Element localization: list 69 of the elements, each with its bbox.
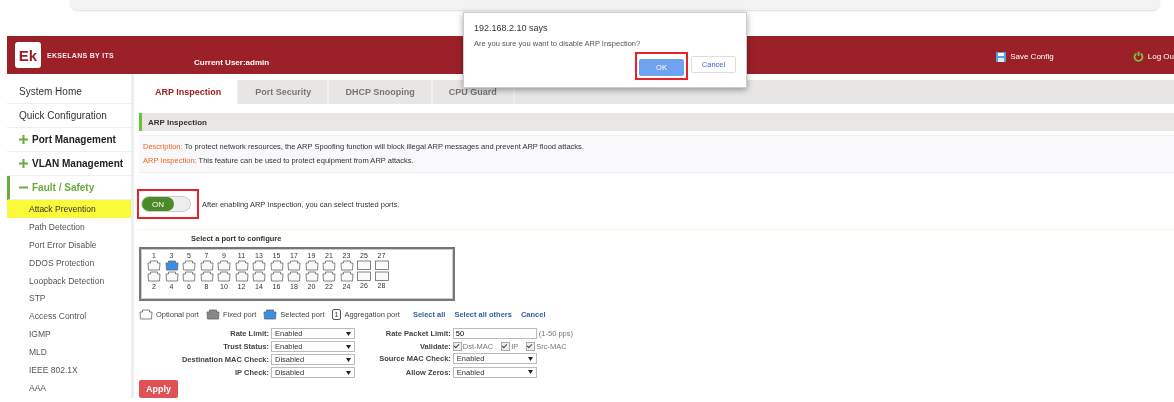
caret-icon (346, 357, 351, 362)
sidebar-subitem[interactable]: MLD (7, 343, 131, 361)
port-icon[interactable] (339, 271, 354, 282)
caret-icon (346, 370, 351, 375)
current-user: Current User:admin (194, 57, 270, 67)
port-icon[interactable] (147, 271, 161, 282)
plus-icon (19, 159, 28, 168)
port-icon[interactable] (217, 260, 231, 271)
sidebar-subitem[interactable]: DDOS Protection (7, 253, 131, 272)
sidebar-subitem[interactable]: IGMP (7, 325, 131, 344)
sidebar-subitem[interactable]: IEEE 802.1X (7, 361, 131, 379)
port-icon[interactable] (164, 260, 179, 271)
dialog-title: 192.168.2.10 says (474, 23, 549, 33)
port-icon[interactable] (252, 271, 266, 282)
caret-icon (527, 370, 533, 375)
port-icon[interactable] (322, 271, 336, 282)
sidebar-subitem[interactable]: Access Control (7, 307, 131, 326)
log-out-link[interactable]: Log Ou (1147, 52, 1174, 61)
port-icon[interactable] (164, 271, 179, 282)
apply-button[interactable]: Apply (139, 380, 178, 398)
port-icon[interactable] (199, 260, 214, 271)
port-icon[interactable] (147, 260, 161, 271)
sidebar-item[interactable]: Quick Configuration (7, 104, 131, 128)
checkbox[interactable] (452, 341, 462, 351)
checkbox[interactable] (526, 341, 536, 351)
port-icon[interactable] (374, 260, 389, 270)
sidebar-item[interactable]: System Home (7, 80, 131, 104)
section-title: ARP Inspection (139, 113, 1174, 131)
logo-mark: Ek (15, 42, 41, 68)
port-icon (263, 309, 278, 320)
port-icon[interactable] (357, 260, 371, 270)
port-icon[interactable] (199, 271, 214, 282)
power-icon[interactable] (1132, 51, 1144, 62)
sidebar-group[interactable]: Port Management (7, 128, 131, 152)
sidebar-subitem[interactable]: STP (7, 289, 131, 308)
port-icon[interactable] (269, 271, 284, 282)
toggle-switch[interactable]: ON (141, 196, 191, 212)
port-icon[interactable] (252, 260, 266, 271)
port-icon[interactable] (287, 271, 301, 282)
caret-icon (346, 344, 351, 349)
port-icon[interactable] (234, 271, 249, 282)
sidebar-subitem[interactable]: Loopback Detection (7, 271, 131, 290)
port-icon[interactable] (287, 260, 301, 271)
port-icon[interactable] (304, 260, 319, 271)
sidebar-subitem[interactable]: Path Detection (7, 217, 131, 236)
port-icon[interactable] (234, 260, 249, 271)
sidebar-subitem[interactable]: Port Error Disable (7, 235, 131, 254)
port-icon[interactable] (357, 271, 371, 281)
tab[interactable]: Port Security (239, 80, 330, 104)
tab[interactable]: ARP Inspection (139, 80, 240, 104)
checkbox[interactable] (501, 341, 511, 351)
save-config-link[interactable]: Save Config (1010, 52, 1054, 61)
sidebar-subitem[interactable]: AAA (7, 378, 131, 397)
port-icon[interactable] (339, 260, 354, 271)
tab[interactable]: DHCP Snooping (329, 80, 433, 104)
caret-icon (346, 331, 351, 336)
sidebar-subitem[interactable]: Attack Prevention (7, 200, 131, 218)
port-icon[interactable] (182, 271, 196, 282)
port-icon[interactable] (217, 271, 231, 282)
port-icon[interactable] (322, 260, 336, 271)
port-icon[interactable] (304, 271, 319, 282)
sidebar-group[interactable]: VLAN Management (7, 152, 131, 176)
port-icon[interactable] (374, 271, 389, 281)
caret-icon (527, 356, 533, 361)
port-icon (205, 309, 220, 320)
port-icon (139, 309, 153, 320)
port-icon[interactable] (269, 260, 284, 271)
plus-icon (19, 135, 28, 144)
port-icon[interactable] (182, 260, 196, 271)
